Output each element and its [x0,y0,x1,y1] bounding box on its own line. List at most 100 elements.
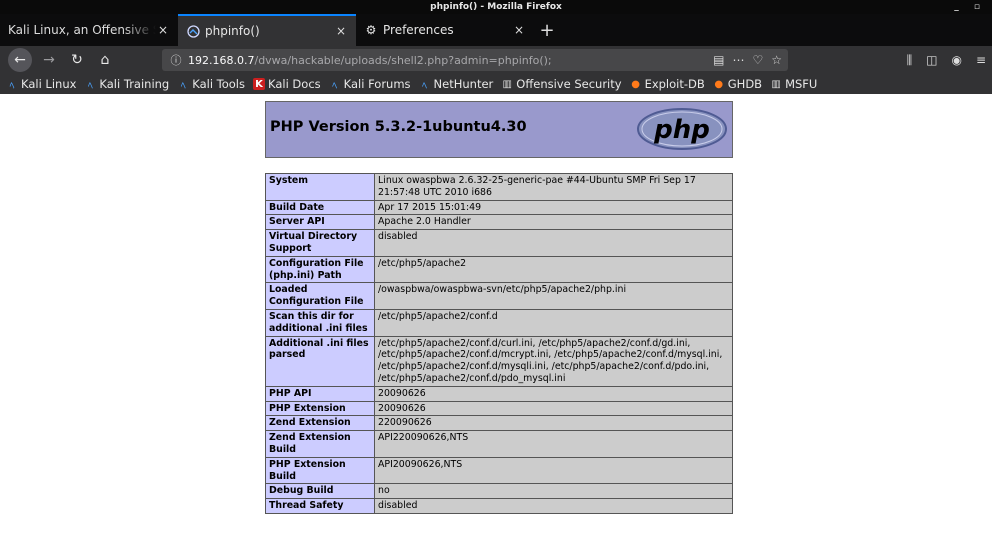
table-row: Thread Safety disabled [265,498,733,514]
bookmark-label: GHDB [727,77,763,91]
row-key: Loaded Configuration File [265,282,375,310]
bookmark-offensive-security[interactable]: ▥ Offensive Security [501,77,622,91]
row-key: Configuration File (php.ini) Path [265,255,375,284]
url-host: 192.168.0.7 [188,53,255,67]
row-key: Virtual Directory Support [265,229,375,257]
bookmark-label: Offensive Security [516,77,622,91]
row-value: /etc/php5/apache2/conf.d [374,308,733,337]
row-value: /owaspbwa/owaspbwa-svn/etc/php5/apache2/… [374,282,733,310]
row-value: API20090626,NTS [374,456,733,485]
row-key: System [265,173,375,201]
row-key: Server API [265,214,375,231]
table-row: Virtual Directory Support disabled [265,229,733,257]
table-row: PHP API 20090626 [265,385,733,402]
window-title: phpinfo() - Mozilla Firefox [430,2,562,12]
info-icon[interactable]: ⓘ [168,52,184,68]
row-key: Scan this dir for additional .ini files [265,308,375,337]
reader-view-icon[interactable]: ▤ [713,53,724,67]
sidebar-icon[interactable]: ◫ [926,53,937,67]
php-logo: php [637,108,727,150]
kali-dragon-icon: ﾍ [9,80,15,92]
bookmark-nethunter[interactable]: ﾍ NetHunter [419,77,494,92]
row-key: Thread Safety [265,498,375,514]
row-value: no [374,483,733,500]
row-value: disabled [374,229,733,257]
bookmark-label: Kali Forums [343,77,411,91]
table-row: Zend Extension 220090626 [265,415,733,432]
bookmark-exploit-db[interactable]: ● Exploit-DB [630,77,705,91]
bookmark-star-icon[interactable]: ☆ [771,53,782,67]
row-key: PHP Extension [265,400,375,417]
tab-label: Kali Linux, an Offensive Secu [8,23,156,37]
page-title: PHP Version 5.3.2-1ubuntu4.30 [270,119,527,135]
bookmark-kali-linux[interactable]: ﾍ Kali Linux [6,77,77,92]
table-row: Configuration File (php.ini) Path/etc/ph… [265,255,733,284]
navigation-toolbar: ← → ↻ ⌂ ⓘ 192.168.0.7 /dvwa/hackable/upl… [0,46,992,74]
tab-kali-linux[interactable]: Kali Linux, an Offensive Secu × [0,14,178,46]
tab-preferences[interactable]: ⚙ Preferences × [356,14,534,46]
bookmark-label: MSFU [785,77,818,91]
bookmark-kali-training[interactable]: ﾍ Kali Training [84,77,170,92]
row-value: Apache 2.0 Handler [374,214,733,231]
table-row: Zend Extension Build API220090626,NTS [265,430,733,458]
bookmarks-toolbar: ﾍ Kali Linux ﾍ Kali Training ﾍ Kali Tools K… [0,74,992,94]
row-value: 20090626 [374,400,733,417]
library-icon[interactable]: ⫼ [907,53,913,68]
row-value: Apr 17 2015 15:01:49 [374,199,733,216]
new-tab-button[interactable]: + [534,14,560,46]
window-controls[interactable]: _ ▫ [954,0,986,14]
row-key: Zend Extension Build [265,430,375,458]
row-value: API220090626,NTS [374,430,733,458]
tab-label: phpinfo() [205,24,260,38]
table-row: System Linux owaspbwa 2.6.32-25-generic-p… [265,173,733,201]
toolbar-right: ⫼ ◫ ◉ ≡ [907,46,986,74]
gear-icon: ⚙ [365,23,377,37]
back-button[interactable]: ← [8,48,32,72]
offsec-icon: ▥ [502,78,512,90]
table-row: PHP Extension 20090626 [265,400,733,417]
row-value: Linux owaspbwa 2.6.32-25-generic-pae #44… [374,173,733,201]
row-value: /etc/php5/apache2/conf.d/curl.ini, /etc/… [374,335,733,387]
php-logo-text: php [653,115,710,145]
forward-button[interactable]: → [38,49,60,71]
row-value: 220090626 [374,415,733,432]
ghdb-icon: ● [714,78,724,90]
bookmark-label: Kali Training [99,77,170,91]
close-tab-icon[interactable]: × [512,23,526,37]
php-version-header: PHP Version 5.3.2-1ubuntu4.30 php [265,101,733,158]
close-tab-icon[interactable]: × [156,23,170,37]
url-bar[interactable]: ⓘ 192.168.0.7 /dvwa/hackable/uploads/she… [162,49,788,71]
close-tab-icon[interactable]: × [334,24,348,38]
nethunter-icon: ﾍ [422,80,428,92]
tab-phpinfo[interactable]: phpinfo() × [178,14,356,46]
bookmark-msfu[interactable]: ▥ MSFU [770,77,817,91]
bookmark-kali-docs[interactable]: K Kali Docs [253,77,321,91]
reload-button[interactable]: ↻ [66,49,88,71]
account-icon[interactable]: ◉ [951,53,961,67]
bookmark-kali-tools[interactable]: ﾍ Kali Tools [177,77,245,92]
page-content: PHP Version 5.3.2-1ubuntu4.30 php System… [0,94,992,544]
row-value: /etc/php5/apache2 [374,255,733,284]
row-value: disabled [374,498,733,514]
row-key: PHP API [265,385,375,402]
page-actions-icon[interactable]: ⋯ [732,53,744,67]
bookmark-ghdb[interactable]: ● GHDB [713,77,762,91]
table-row: Server API Apache 2.0 Handler [265,214,733,231]
row-key: Additional .ini files parsed [265,335,375,387]
table-row: Additional .ini files parsed/etc/php5/ap… [265,335,733,387]
kali-dragon-icon: ﾍ [332,80,338,92]
bookmark-kali-forums[interactable]: ﾍ Kali Forums [329,77,411,92]
home-button[interactable]: ⌂ [94,49,116,71]
bookmark-label: NetHunter [433,77,494,91]
bookmark-label: Kali Linux [21,77,77,91]
bookmark-label: Kali Docs [268,77,321,91]
row-key: PHP Extension Build [265,456,375,485]
table-row: Scan this dir for additional .ini files /… [265,308,733,337]
arrow-right-icon: → [43,52,55,68]
pocket-icon[interactable]: ♡ [752,53,763,67]
php-info-table: System Linux owaspbwa 2.6.32-25-generic-p… [265,173,733,514]
kali-dragon-icon: ﾍ [87,80,93,92]
tab-label: Preferences [383,23,454,37]
menu-icon[interactable]: ≡ [976,53,986,67]
row-value: 20090626 [374,385,733,402]
